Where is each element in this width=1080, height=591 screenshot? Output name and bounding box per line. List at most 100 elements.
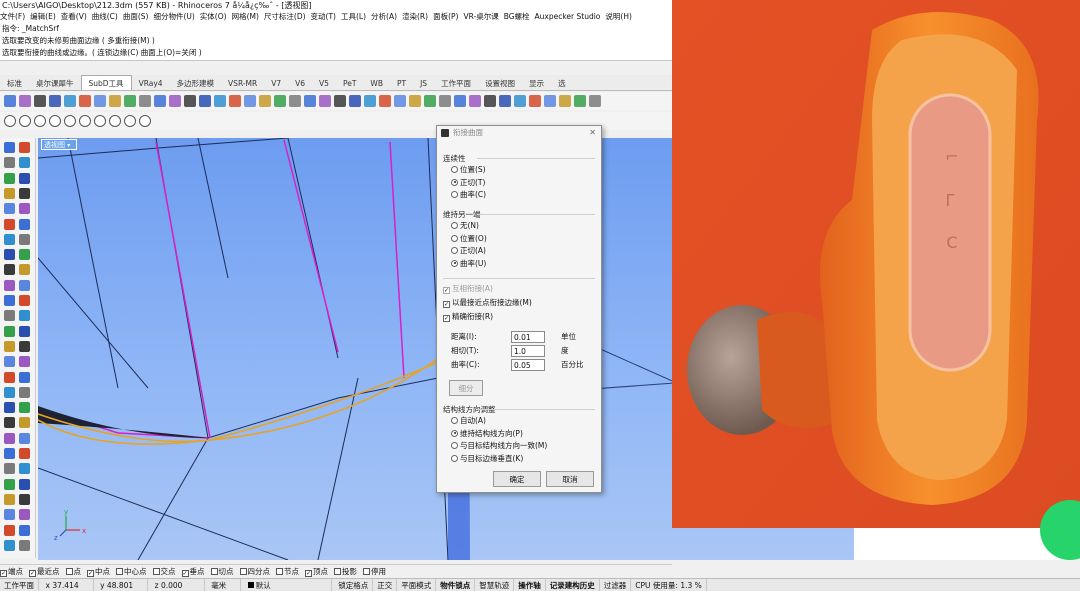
radio-button[interactable] (451, 429, 458, 437)
tool-icon[interactable] (19, 187, 30, 199)
tool-icon[interactable] (19, 264, 30, 276)
tool-icon[interactable] (48, 115, 61, 127)
tool-icon[interactable] (273, 95, 286, 107)
tool-icon[interactable] (333, 95, 346, 107)
tool-icon[interactable] (4, 295, 15, 306)
osnap-option[interactable]: 点 (65, 565, 81, 577)
osnap-option[interactable]: ✓ 垂点 (181, 565, 205, 577)
tool-icon[interactable] (93, 95, 106, 107)
osnap-option[interactable]: 交点 (152, 565, 176, 577)
tool-icon[interactable] (4, 142, 15, 153)
checkbox-option[interactable]: ✓ 以最接近点衔接边缘(M) (443, 298, 532, 308)
checkbox[interactable]: ✓ (305, 570, 312, 577)
toolbar-tab[interactable]: V6 (288, 76, 312, 90)
checkbox[interactable] (276, 568, 283, 575)
tool-icon[interactable] (63, 95, 76, 107)
tool-icon[interactable] (408, 95, 421, 107)
checkbox[interactable] (210, 568, 218, 575)
tool-icon[interactable] (19, 402, 30, 414)
tool-icon[interactable] (4, 310, 15, 322)
osnap-option[interactable]: 投影 (334, 565, 357, 577)
tool-icon[interactable] (4, 432, 15, 444)
radio-option[interactable]: 维持结构线方向(P) (451, 429, 523, 439)
tool-icon[interactable] (19, 509, 30, 521)
radio-button[interactable] (451, 259, 458, 267)
radio-option[interactable]: 位置(O) (451, 234, 487, 244)
tool-icon[interactable] (378, 95, 391, 107)
toolbar-tab[interactable]: VRay4 (132, 76, 170, 90)
radio-option[interactable]: 与目标边缘垂直(K) (451, 454, 523, 464)
toolbar-tab[interactable]: VSR-MR (221, 76, 264, 90)
menu-item[interactable]: 面板(P) (433, 12, 458, 21)
ok-button[interactable]: 确定 (493, 471, 541, 487)
tool-icon[interactable] (4, 493, 15, 505)
tool-icon[interactable] (108, 115, 121, 127)
tool-icon[interactable] (4, 233, 15, 245)
tool-icon[interactable] (19, 448, 30, 459)
toolbar-tab[interactable]: V5 (312, 76, 336, 90)
tolerance-input[interactable]: 1.0 (511, 345, 545, 357)
toolbar-tab[interactable]: PT (390, 76, 413, 90)
toolbar-tab[interactable]: 标准 (0, 76, 29, 90)
status-toggle[interactable]: CPU 使用量: 1.3 % (631, 579, 707, 591)
toolbar-tab[interactable]: V7 (264, 76, 288, 90)
tool-icon[interactable] (558, 95, 571, 107)
close-icon[interactable]: ✕ (589, 126, 596, 140)
tolerance-input[interactable]: 0.01 (511, 331, 545, 343)
tool-icon[interactable] (19, 157, 30, 169)
menu-item[interactable]: 查看(V) (61, 12, 87, 21)
tool-icon[interactable] (4, 478, 15, 490)
status-toggle[interactable]: 过滤器 (600, 579, 632, 591)
cancel-button[interactable]: 取消 (546, 471, 594, 487)
tool-icon[interactable] (4, 386, 15, 398)
tool-icon[interactable] (483, 95, 496, 107)
osnap-option[interactable]: 节点 (276, 565, 299, 577)
tool-icon[interactable] (108, 95, 121, 107)
tool-icon[interactable] (19, 417, 30, 429)
tool-icon[interactable] (4, 524, 15, 536)
tool-icon[interactable] (348, 95, 361, 107)
radio-option[interactable]: 无(N) (451, 221, 479, 231)
tool-icon[interactable] (138, 95, 151, 107)
tool-icon[interactable] (4, 509, 15, 521)
radio-button[interactable] (451, 454, 458, 462)
status-toggle[interactable]: 智慧轨迹 (475, 579, 515, 591)
radio-option[interactable]: 正切(T) (451, 178, 485, 188)
osnap-option[interactable]: 停用 (363, 565, 386, 577)
tool-icon[interactable] (198, 95, 211, 107)
tool-icon[interactable] (4, 371, 15, 383)
menu-item[interactable]: 编辑(E) (30, 12, 56, 21)
tool-icon[interactable] (19, 233, 30, 245)
tool-icon[interactable] (19, 172, 30, 184)
tool-icon[interactable] (33, 115, 46, 127)
tool-icon[interactable] (19, 478, 30, 490)
tool-icon[interactable] (19, 356, 30, 368)
radio-button[interactable] (451, 222, 458, 229)
tool-icon[interactable] (213, 95, 226, 107)
status-toggle[interactable]: 记录建构历史 (546, 579, 600, 591)
menu-item[interactable]: 说明(H) (605, 12, 632, 21)
tool-icon[interactable] (393, 95, 406, 107)
toolbar-tab[interactable]: 显示 (522, 76, 551, 90)
tool-icon[interactable] (543, 95, 556, 107)
status-toggle[interactable]: 物件锁点 (436, 579, 476, 591)
tool-icon[interactable] (573, 95, 586, 107)
tool-icon[interactable] (19, 432, 30, 444)
tool-icon[interactable] (78, 95, 91, 107)
toolbar-tab[interactable]: SubD工具 (80, 75, 132, 90)
tool-icon[interactable] (4, 402, 15, 414)
tool-icon[interactable] (19, 310, 30, 322)
tool-icon[interactable] (4, 187, 15, 199)
osnap-option[interactable]: 切点 (210, 565, 234, 577)
cplane-indicator[interactable]: 工作平面 (0, 579, 39, 591)
tool-icon[interactable] (243, 95, 256, 107)
tool-icon[interactable] (19, 524, 30, 536)
status-toggle[interactable]: 操作轴 (514, 579, 546, 591)
tool-icon[interactable] (588, 95, 601, 107)
checkbox[interactable] (334, 568, 341, 575)
osnap-option[interactable]: ✓ 最近点 (29, 565, 60, 577)
radio-button[interactable] (451, 166, 458, 173)
viewport-title-tab[interactable]: 透视图 ▾ (41, 139, 77, 150)
tool-icon[interactable] (303, 95, 316, 107)
tool-icon[interactable] (363, 95, 376, 107)
